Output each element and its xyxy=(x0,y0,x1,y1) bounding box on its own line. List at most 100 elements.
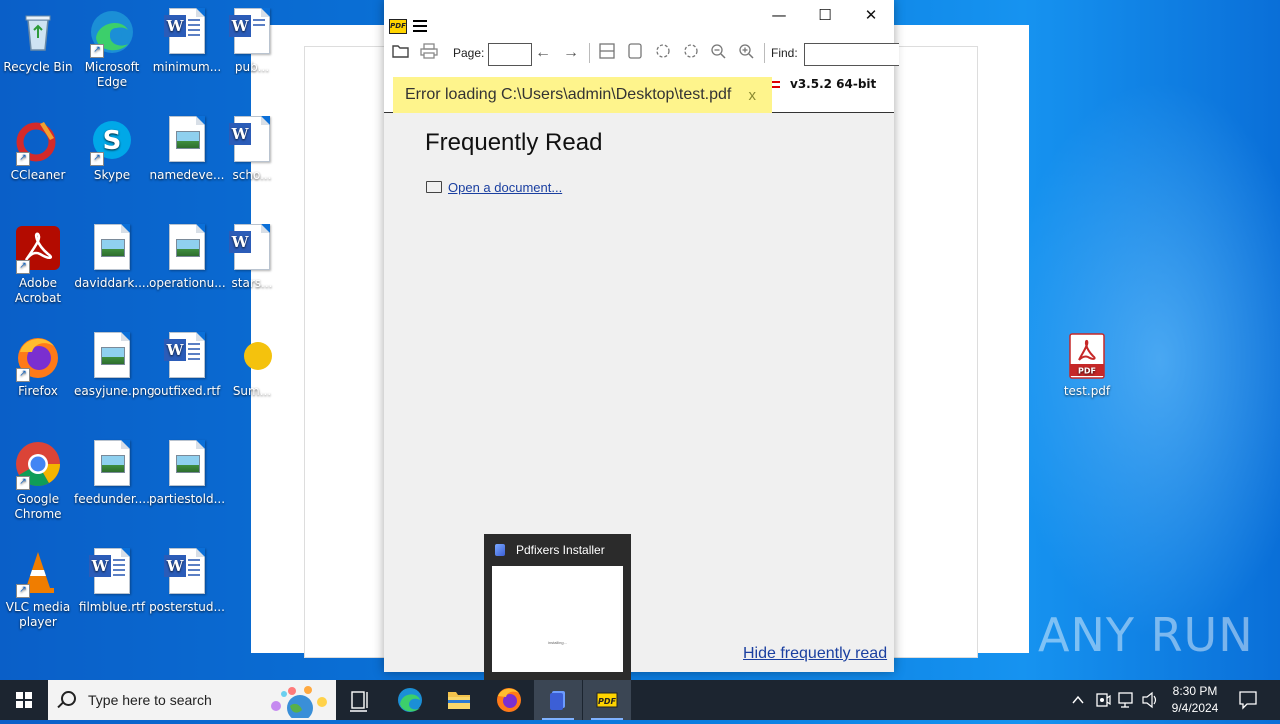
rotate-right-icon[interactable] xyxy=(682,43,700,63)
word-document-icon: W xyxy=(228,116,276,164)
image-file-icon xyxy=(88,332,136,380)
zoom-out-icon[interactable] xyxy=(710,43,728,63)
arrow-right-icon[interactable]: → xyxy=(562,43,580,63)
close-button[interactable]: ✕ xyxy=(848,0,894,30)
desktop-icon-skype[interactable]: S ↗ Skype xyxy=(74,116,150,183)
desktop-icon-image-file[interactable]: feedunder.... xyxy=(74,440,150,507)
desktop-icon-label: Microsoft Edge xyxy=(84,60,140,89)
tray-chevron-icon[interactable] xyxy=(1068,680,1088,720)
desktop-icon-google-chrome[interactable]: ↗ Google Chrome xyxy=(0,440,76,522)
desktop-icon-recycle-bin[interactable]: Recycle Bin xyxy=(0,8,76,75)
pdf-viewer-window: PDF — ☐ ✕ Page: ← → Find: v3.5.2 64-bit … xyxy=(384,0,899,672)
image-file-icon xyxy=(163,224,211,272)
image-file-icon xyxy=(88,224,136,272)
shortcut-arrow-icon: ↗ xyxy=(90,152,104,166)
open-folder-icon[interactable] xyxy=(392,43,410,63)
thumbnail-window-preview[interactable]: installing... xyxy=(492,566,623,672)
word-document-icon: W xyxy=(228,8,276,56)
desktop-icon-adobe-acrobat[interactable]: ↗ Adobe Acrobat xyxy=(0,224,76,306)
desktop-icon-word-file[interactable]: W outfixed.rtf xyxy=(149,332,225,399)
hide-frequently-read-link[interactable]: Hide frequently read xyxy=(743,645,887,663)
desktop-icon-label: scho... xyxy=(232,168,272,182)
desktop-icon-image-file[interactable]: namedeve... xyxy=(149,116,225,183)
desktop-icon-test-pdf[interactable]: PDF test.pdf xyxy=(1049,332,1125,399)
minimize-button[interactable]: — xyxy=(756,0,802,30)
shortcut-arrow-icon: ↗ xyxy=(16,152,30,166)
error-notification: Error loading C:\Users\admin\Desktop\tes… xyxy=(393,77,772,113)
arrow-left-icon[interactable]: ← xyxy=(534,43,552,63)
start-button[interactable] xyxy=(0,680,48,720)
desktop-icon-word-file[interactable]: W minimum... xyxy=(149,8,225,75)
desktop-icon-label: pub... xyxy=(234,60,270,74)
desktop-icon-vlc[interactable]: ↗ VLC media player xyxy=(0,548,76,630)
error-message: Error loading C:\Users\admin\Desktop\tes… xyxy=(405,86,732,103)
shortcut-arrow-icon: ↗ xyxy=(16,368,30,382)
taskbar-edge-button[interactable] xyxy=(386,680,434,720)
find-label: Find: xyxy=(771,46,798,60)
fit-width-icon[interactable] xyxy=(598,43,616,63)
fit-page-icon[interactable] xyxy=(626,43,644,63)
page-number-input[interactable] xyxy=(488,43,532,66)
maximize-button[interactable]: ☐ xyxy=(802,0,848,30)
desktop-icon-image-file[interactable]: operationu... xyxy=(149,224,226,291)
rotate-left-icon[interactable] xyxy=(654,43,672,63)
desktop-icon-word-file[interactable]: W posterstud... xyxy=(149,548,225,615)
desktop-icon-sum[interactable]: Sum... xyxy=(222,332,282,399)
search-highlight-art-icon xyxy=(264,684,330,721)
desktop-icon-label: CCleaner xyxy=(10,168,66,182)
shortcut-arrow-icon: ↗ xyxy=(16,476,30,490)
title-bar[interactable]: PDF — ☐ ✕ xyxy=(384,0,894,38)
zoom-in-icon[interactable] xyxy=(738,43,756,63)
word-document-icon: W xyxy=(163,332,211,380)
desktop-icon-ccleaner[interactable]: ↗ CCleaner xyxy=(0,116,76,183)
desktop-icon-label: Recycle Bin xyxy=(3,60,73,74)
desktop-icon-image-file[interactable]: partiestold... xyxy=(149,440,225,507)
find-input[interactable] xyxy=(804,43,899,66)
desktop-icon-label: Adobe Acrobat xyxy=(14,276,62,305)
desktop-icon-word-file[interactable]: W scho... xyxy=(222,116,282,183)
taskbar-firefox-button[interactable] xyxy=(485,680,533,720)
error-close-button[interactable]: x xyxy=(749,87,757,104)
desktop-icon-image-file[interactable]: daviddark.... xyxy=(74,224,150,291)
task-view-button[interactable] xyxy=(336,680,384,720)
taskbar-thumbnail-preview[interactable]: Pdfixers Installer installing... xyxy=(484,534,631,680)
toolbar-separator xyxy=(764,43,765,63)
desktop-icon-label: outfixed.rtf xyxy=(153,384,221,398)
volume-icon[interactable] xyxy=(1140,680,1160,720)
network-icon[interactable] xyxy=(1116,680,1136,720)
image-file-icon xyxy=(163,440,211,488)
desktop-icon-word-file[interactable]: W stars... xyxy=(222,224,282,291)
desktop-icon-label: partiestold... xyxy=(149,492,226,506)
desktop-icon-firefox[interactable]: ↗ Firefox xyxy=(0,332,76,399)
desktop-icon-label: filmblue.rtf xyxy=(78,600,146,614)
taskbar-pdf-viewer-button[interactable]: PDF xyxy=(583,680,631,720)
desktop-icon-label: feedunder.... xyxy=(74,492,150,506)
meet-now-icon[interactable] xyxy=(1093,680,1113,720)
shortcut-arrow-icon: ↗ xyxy=(16,584,30,598)
desktop-icon-microsoft-edge[interactable]: ↗ Microsoft Edge xyxy=(74,8,150,90)
desktop-icon-image-file[interactable]: easyjune.png xyxy=(74,332,155,399)
shortcut-arrow-icon: ↗ xyxy=(16,260,30,274)
desktop-icon-label: daviddark.... xyxy=(74,276,150,290)
open-document-link[interactable]: Open a document... xyxy=(448,180,562,195)
thumbnail-title: Pdfixers Installer xyxy=(516,543,605,557)
version-label: v3.5.2 64-bit xyxy=(790,77,877,91)
taskbar: Type here to search PDF 8:30 PM 9/4/2024 xyxy=(0,680,1280,721)
hamburger-menu-icon[interactable] xyxy=(413,20,427,35)
taskbar-file-explorer-button[interactable] xyxy=(435,680,483,720)
watermark: ANY RUN xyxy=(1038,608,1254,662)
thumbnail-preview-text: installing... xyxy=(548,640,567,645)
app-logo-icon: PDF xyxy=(389,19,407,34)
open-document-row[interactable]: Open a document... xyxy=(426,180,562,195)
desktop-icon-word-file[interactable]: W pub... xyxy=(222,8,282,75)
taskbar-search-box[interactable]: Type here to search xyxy=(48,680,336,721)
desktop-icon-word-file[interactable]: W filmblue.rtf xyxy=(74,548,150,615)
taskbar-clock[interactable]: 8:30 PM 9/4/2024 xyxy=(1160,683,1230,717)
notifications-icon[interactable] xyxy=(1236,680,1260,720)
desktop-icon-label: namedeve... xyxy=(149,168,225,182)
recycle-bin-icon xyxy=(14,8,62,56)
taskbar-installer-button[interactable] xyxy=(534,680,582,720)
print-icon[interactable] xyxy=(420,43,438,63)
pdf-file-icon: PDF xyxy=(1063,332,1111,380)
folder-icon xyxy=(426,181,442,193)
